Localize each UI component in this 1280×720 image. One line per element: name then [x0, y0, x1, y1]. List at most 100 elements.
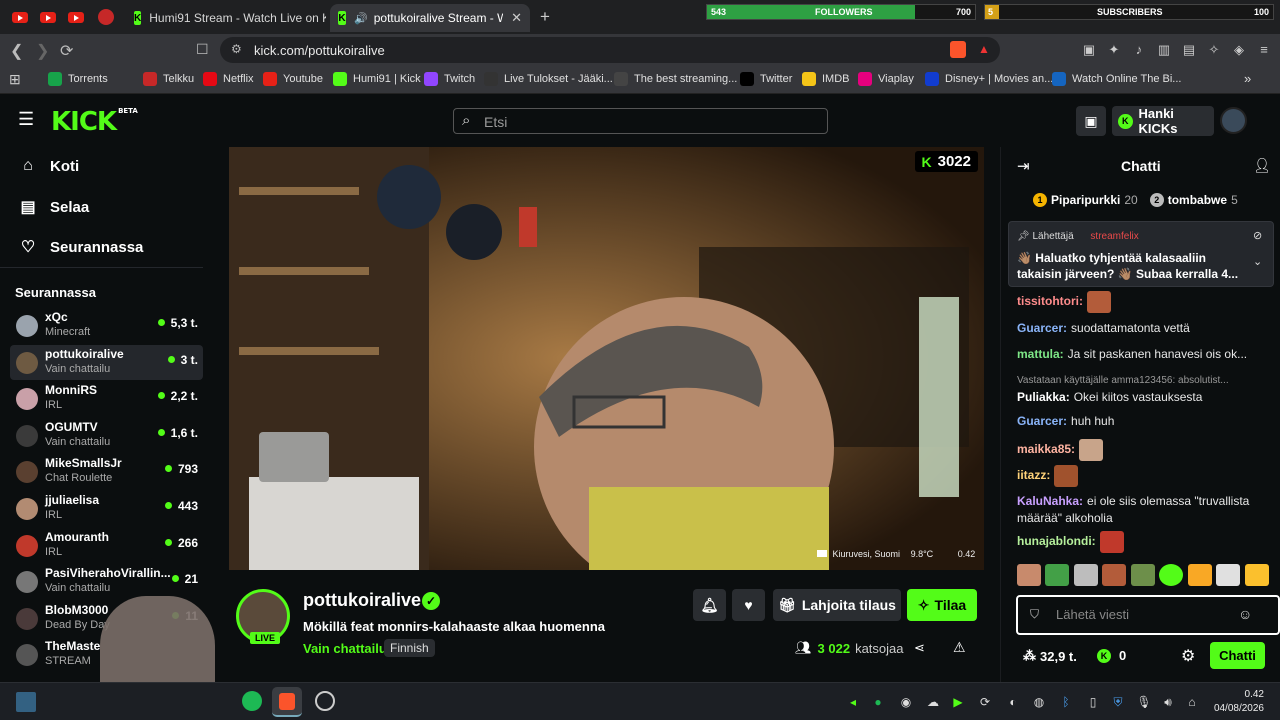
- leader-name[interactable]: Piparipurkki: [1051, 193, 1120, 207]
- puzzle-icon[interactable]: ✦: [1106, 42, 1122, 58]
- chat-input[interactable]: ⛉ Lähetä viesti ☺: [1016, 595, 1280, 635]
- brave-rewards-icon[interactable]: ▲: [978, 42, 990, 56]
- bookmark-icon[interactable]: ☐: [196, 41, 209, 58]
- nav-following[interactable]: ♡ Seurannassa: [18, 237, 144, 257]
- chat-message[interactable]: Guarcer: huh huh: [1017, 413, 1269, 430]
- follow-heart-button[interactable]: ♥: [732, 589, 765, 621]
- wallet-icon[interactable]: ▤: [1181, 42, 1197, 58]
- chat-message[interactable]: tissitohtori:: [1017, 291, 1269, 313]
- brave-shield-icon[interactable]: [950, 41, 966, 58]
- emote-icon[interactable]: [1216, 564, 1241, 586]
- music-icon[interactable]: ♪: [1131, 42, 1147, 58]
- share-icon[interactable]: ⋖: [914, 640, 925, 656]
- bookmarks-overflow-button[interactable]: »: [1244, 71, 1251, 86]
- channel-name[interactable]: pottukoiralive: [303, 590, 421, 611]
- followed-channel[interactable]: OGUMTV Vain chattailu 1,6 t.: [10, 418, 203, 453]
- chat-message[interactable]: KaluNahka: ei ole siis olemassa "truvalli…: [1017, 493, 1269, 527]
- chat-username[interactable]: iitazz:: [1017, 468, 1050, 482]
- gift-subscription-button[interactable]: 🎁︎ Lahjoita tilaus: [773, 589, 901, 621]
- chat-username[interactable]: tissitohtori:: [1017, 294, 1083, 308]
- bookmark-item[interactable]: Watch Online The Bi...: [1052, 72, 1181, 86]
- network-icon[interactable]: ⌂: [1184, 694, 1200, 710]
- chat-username[interactable]: Guarcer:: [1017, 321, 1067, 335]
- emote-icon[interactable]: [1045, 564, 1070, 586]
- bookmark-item[interactable]: Twitch: [424, 72, 475, 86]
- bookmark-item[interactable]: The best streaming...: [614, 72, 737, 86]
- user-avatar[interactable]: [1220, 107, 1247, 134]
- pinned-tab-youtube-2[interactable]: [36, 6, 60, 28]
- chat-message[interactable]: Vastataan käyttäjälle amma123456: absolu…: [1017, 372, 1269, 406]
- notification-bell-button[interactable]: 🔔︎: [693, 589, 726, 621]
- chat-message[interactable]: hunajablondi:: [1017, 531, 1269, 553]
- chat-username[interactable]: mattula:: [1017, 347, 1064, 361]
- vpn-icon[interactable]: ◈: [1231, 42, 1247, 58]
- get-kicks-button[interactable]: K Hanki KICKs: [1112, 106, 1214, 136]
- chat-username[interactable]: Puliakka:: [1017, 390, 1070, 404]
- spotify-icon[interactable]: [242, 691, 262, 711]
- bookmark-item[interactable]: Torrents: [48, 72, 108, 86]
- tray-app2-icon[interactable]: ◍: [1031, 694, 1047, 710]
- chat-settings-gear-icon[interactable]: ⚙: [1181, 646, 1195, 666]
- extension-icon-1[interactable]: ▣: [1081, 42, 1097, 58]
- chat-username[interactable]: hunajablondi:: [1017, 534, 1096, 548]
- tray-play-icon[interactable]: ▶: [950, 694, 966, 710]
- security-shield-icon[interactable]: ⛨: [1110, 694, 1126, 710]
- send-chat-button[interactable]: Chatti: [1210, 642, 1265, 669]
- tab-pottukoiralive[interactable]: K 🔊 pottukoiralive Stream - Watch Live o…: [330, 4, 530, 32]
- menu-icon[interactable]: ≡: [1256, 42, 1272, 58]
- followed-channel[interactable]: MikeSmallsJr Chat Roulette 793: [10, 454, 203, 489]
- chat-username[interactable]: Guarcer:: [1017, 414, 1067, 428]
- expand-chevron-icon[interactable]: ⌄: [1253, 255, 1262, 268]
- bluetooth-icon[interactable]: ᛒ: [1058, 694, 1074, 710]
- pinned-tab-youtube-1[interactable]: [8, 6, 32, 28]
- bookmark-item[interactable]: IMDB: [802, 72, 850, 86]
- brave-taskbar-button[interactable]: [272, 687, 302, 717]
- followed-channel[interactable]: Amouranth IRL 266: [10, 528, 203, 563]
- followed-channel[interactable]: pottukoiralive Vain chattailu 3 t.: [10, 344, 203, 380]
- pinned-tab-app[interactable]: [94, 6, 118, 28]
- volume-icon[interactable]: 🔊︎: [1160, 694, 1176, 710]
- bookmark-item[interactable]: Viaplay: [858, 72, 914, 86]
- tray-discord-icon[interactable]: ◉: [898, 694, 914, 710]
- bookmark-item[interactable]: Twitter: [740, 72, 792, 86]
- shield-icon[interactable]: ⛉: [1030, 607, 1039, 622]
- url-text[interactable]: kick.com/pottukoiralive: [254, 43, 385, 58]
- nav-browse[interactable]: ▤ Selaa: [18, 197, 89, 217]
- stream-category[interactable]: Vain chattailu: [303, 641, 387, 656]
- forward-arrow-icon[interactable]: ❯: [36, 41, 49, 61]
- subscribe-button[interactable]: ✧ Tilaa: [907, 589, 977, 621]
- collapse-chat-icon[interactable]: ⇥: [1017, 157, 1030, 175]
- tab-close-button[interactable]: ✕: [503, 10, 522, 26]
- dashboard-button[interactable]: ▣: [1076, 106, 1106, 136]
- system-clock[interactable]: 0.42 04/08/2026: [1208, 688, 1264, 716]
- followed-channel[interactable]: PasiViherahoVirallin... Vain chattailu 21: [10, 564, 203, 599]
- emote-icon[interactable]: [1159, 564, 1184, 586]
- leader-name[interactable]: tombabwe: [1168, 193, 1227, 207]
- bookmark-item[interactable]: Live Tulokset - Jääki...: [484, 72, 613, 86]
- pinned-message[interactable]: 📌︎ Lähettäjä streamfelix ⊘ ⌄ 👋🏽 Haluatko…: [1008, 221, 1274, 287]
- kicks-balance[interactable]: K 0: [1097, 648, 1126, 663]
- chat-username[interactable]: KaluNahka:: [1017, 494, 1083, 508]
- emote-icon[interactable]: [1073, 564, 1098, 586]
- chat-message[interactable]: Guarcer: suodattamatonta vettä: [1017, 320, 1269, 337]
- bookmark-item[interactable]: Disney+ | Movies an...: [925, 72, 1053, 86]
- chat-message[interactable]: maikka85:: [1017, 439, 1269, 461]
- sidebar-icon[interactable]: ▥: [1156, 42, 1172, 58]
- hamburger-menu-icon[interactable]: ☰: [18, 109, 34, 130]
- chat-message[interactable]: mattula: Ja sit paskanen hanavesi ois ok.…: [1017, 346, 1269, 363]
- site-info-icon[interactable]: ⚙: [231, 42, 242, 56]
- chat-username[interactable]: maikka85:: [1017, 442, 1075, 456]
- emote-icon[interactable]: [1244, 564, 1269, 586]
- video-player[interactable]: K 3022 Kiuruvesi, Suomi 9.8°C 0.42: [229, 147, 984, 570]
- address-bar[interactable]: ⚙ kick.com/pottukoiralive ▲: [220, 37, 1000, 63]
- nav-home[interactable]: ⌂ Koti: [18, 157, 79, 175]
- emote-icon[interactable]: [1017, 564, 1041, 586]
- new-tab-button[interactable]: +: [540, 7, 550, 27]
- emote-icon[interactable]: [1187, 564, 1212, 586]
- hide-pinned-icon[interactable]: ⊘: [1253, 229, 1262, 242]
- bookmark-item[interactable]: Netflix: [203, 72, 254, 86]
- microphone-icon[interactable]: 🎙︎: [1136, 694, 1152, 710]
- leo-icon[interactable]: ✧: [1206, 42, 1222, 58]
- tray-spotify-icon[interactable]: ●: [870, 694, 886, 710]
- bookmark-item[interactable]: Humi91 | Kick: [333, 72, 421, 86]
